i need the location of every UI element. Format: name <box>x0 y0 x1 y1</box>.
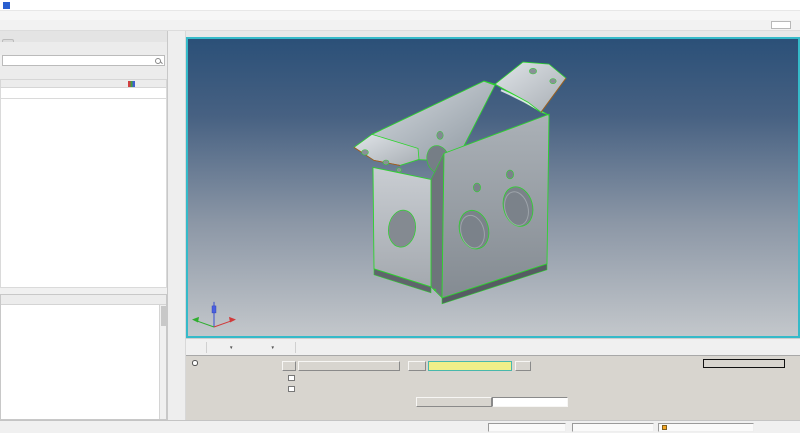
browser-search <box>2 55 165 66</box>
main-toolbar <box>0 20 800 31</box>
trim-mode-options <box>192 359 201 368</box>
tree-header <box>0 79 167 88</box>
disjoint-offset-button[interactable] <box>298 361 400 371</box>
offset-value-button[interactable] <box>416 397 492 407</box>
status-field-model <box>572 422 654 432</box>
panel-action-buttons <box>703 358 785 369</box>
palette-icon <box>128 80 135 87</box>
surface-edit-panel <box>186 355 800 420</box>
chevron-down-icon: ▼ <box>270 344 275 350</box>
action-button[interactable] <box>703 358 785 368</box>
tree-empty-area <box>0 99 167 288</box>
remove-degenerations-checkbox[interactable] <box>288 385 298 392</box>
auto-color-dropdown[interactable]: ▼ <box>210 341 236 353</box>
property-scrollbar[interactable] <box>159 305 166 419</box>
tree-row[interactable] <box>1 88 166 98</box>
browser-tabs <box>0 31 167 42</box>
display-toolbar: ▼ ▼ <box>186 338 800 355</box>
status-bar <box>0 420 800 433</box>
entity-editor <box>0 294 167 420</box>
radio-icon <box>192 360 198 366</box>
property-rows <box>1 305 166 419</box>
search-input[interactable] <box>3 56 154 65</box>
status-field-entity <box>658 422 754 432</box>
offset-stepper-button[interactable] <box>282 361 296 371</box>
status-field-empty <box>488 422 566 432</box>
model-original-geometry[interactable] <box>188 39 798 336</box>
color-mode-dropdown[interactable]: ▼ <box>251 341 277 353</box>
browser-toolbar-1 <box>0 42 167 55</box>
menu-item[interactable] <box>2 11 11 20</box>
update-eccentricity-checkbox[interactable] <box>288 374 298 381</box>
property-header <box>1 295 166 305</box>
property-row[interactable] <box>1 305 159 312</box>
display-toolbar-vertical <box>168 31 186 420</box>
checkbox-icon <box>288 385 295 392</box>
title-bar <box>0 0 800 11</box>
search-icon <box>154 57 162 65</box>
checkbox-icon <box>288 374 295 381</box>
browser-toolbar-2 <box>0 66 167 79</box>
browser-panel <box>0 31 168 420</box>
graphics-area[interactable] <box>186 37 800 338</box>
selection-reset-button[interactable] <box>515 361 531 371</box>
page-number-field[interactable] <box>771 21 791 29</box>
scroll-thumb[interactable] <box>160 306 166 326</box>
app-logo-icon <box>3 1 10 9</box>
model-tree <box>0 88 167 99</box>
tree-header-color-icon[interactable] <box>125 80 138 87</box>
radio-option[interactable] <box>192 359 201 368</box>
chevron-down-icon: ▼ <box>229 344 234 350</box>
component-color-icon <box>662 424 667 430</box>
surfs-selector-button[interactable] <box>428 361 512 371</box>
menu-bar <box>0 11 800 20</box>
offset-value-field[interactable] <box>492 397 568 407</box>
entity-type-dropdown[interactable] <box>408 361 426 371</box>
axis-triad <box>192 301 236 328</box>
hyperworks-window: ▼ ▼ <box>0 0 800 433</box>
